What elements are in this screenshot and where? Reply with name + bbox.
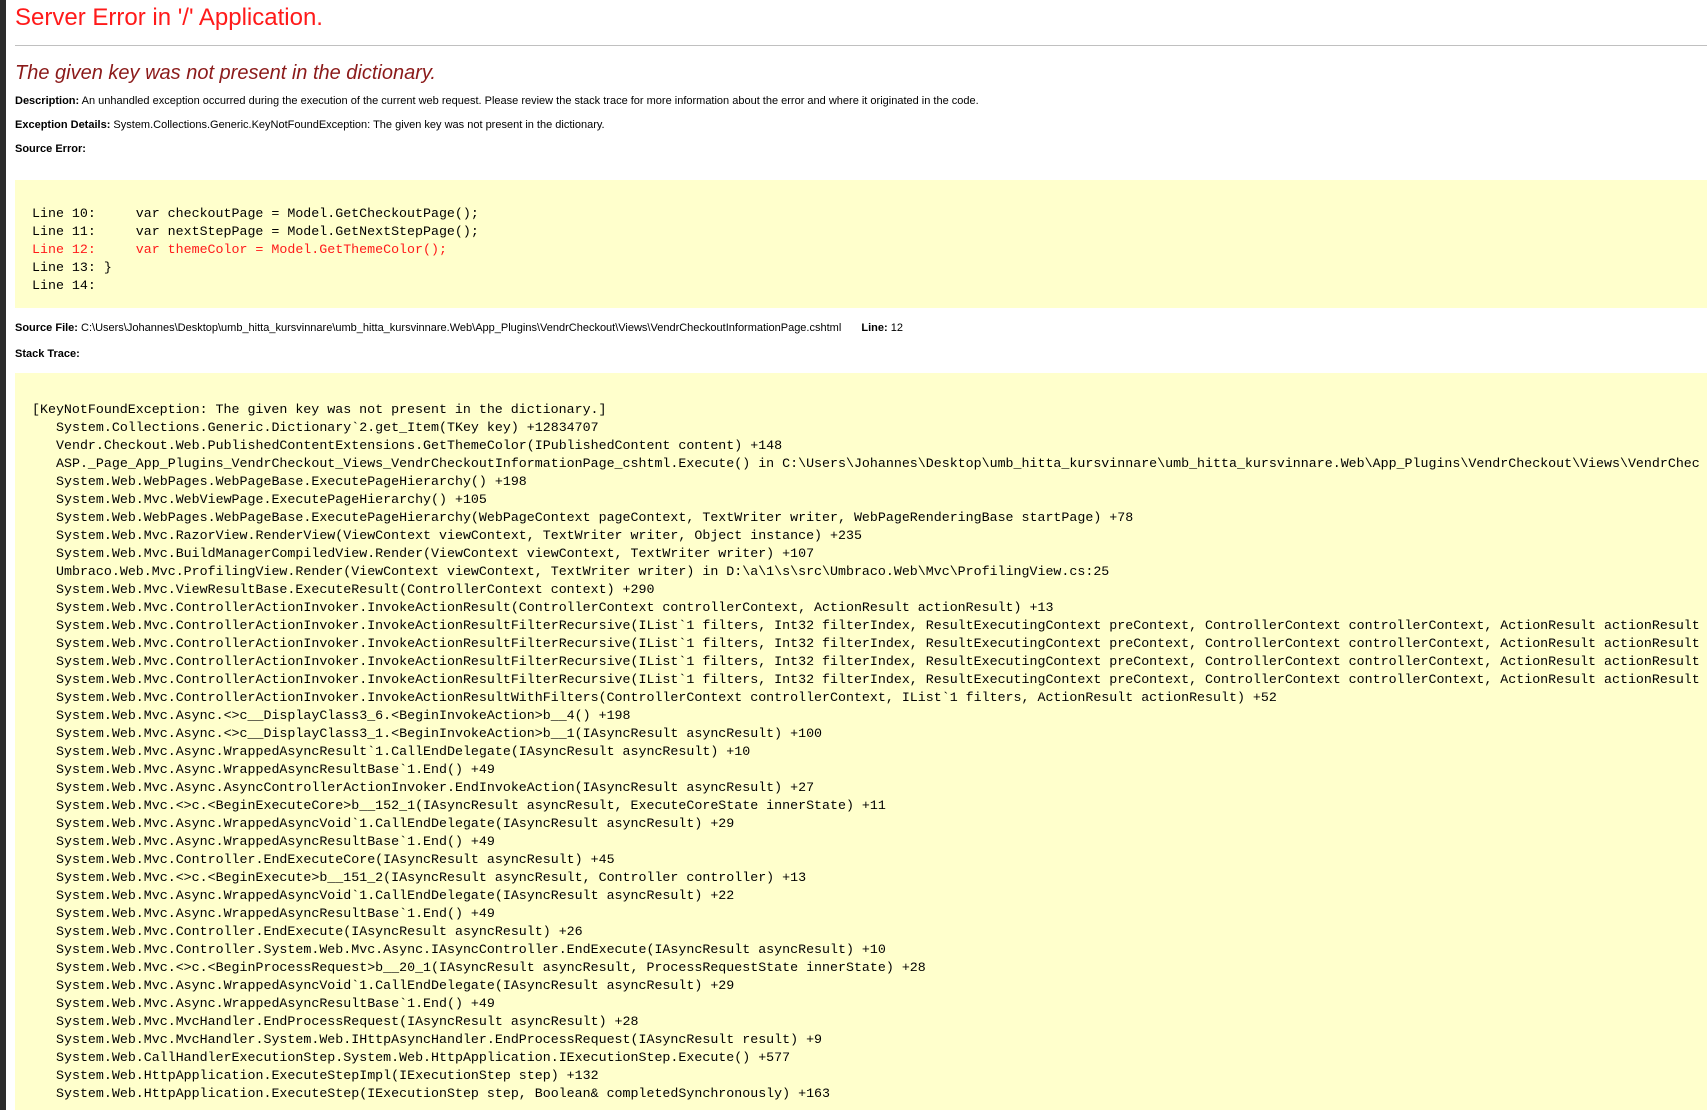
exception-details-text: System.Collections.Generic.KeyNotFoundEx… bbox=[113, 119, 605, 131]
stack-trace-frame: System.Web.Mvc.Async.WrappedAsyncResult`… bbox=[56, 744, 751, 759]
source-line-highlighted: Line 12: var themeColor = Model.GetTheme… bbox=[32, 242, 447, 257]
line-label: Line: bbox=[861, 322, 888, 334]
stack-trace-frame: System.Web.Mvc.ViewResultBase.ExecuteRes… bbox=[56, 582, 655, 597]
line-number: 12 bbox=[890, 322, 903, 334]
exception-details-row: Exception Details: System.Collections.Ge… bbox=[15, 119, 605, 131]
stack-trace-frame: System.Web.Mvc.<>c.<BeginExecute>b__151_… bbox=[56, 870, 807, 885]
stack-trace-frame: System.Web.Mvc.Async.AsyncControllerActi… bbox=[56, 780, 815, 795]
source-line: Line 14: bbox=[32, 278, 96, 293]
source-file-path: C:\Users\Johannes\Desktop\umb_hitta_kurs… bbox=[81, 322, 842, 334]
stack-trace-frame: System.Web.Mvc.Controller.EndExecuteCore… bbox=[56, 852, 615, 867]
source-file-label: Source File: bbox=[15, 322, 78, 334]
source-file-row: Source File: C:\Users\Johannes\Desktop\u… bbox=[15, 322, 903, 334]
stack-trace-frame: System.Web.Mvc.ControllerActionInvoker.I… bbox=[56, 690, 1277, 705]
stack-trace-frame: System.Web.WebPages.WebPageBase.ExecuteP… bbox=[56, 474, 527, 489]
stack-trace-frame: System.Web.Mvc.Async.<>c__DisplayClass3_… bbox=[56, 726, 823, 741]
stack-trace-frame: System.Web.Mvc.WebViewPage.ExecutePageHi… bbox=[56, 492, 487, 507]
stack-trace-frame: System.Web.Mvc.ControllerActionInvoker.I… bbox=[56, 600, 1054, 615]
stack-trace-frame: System.Web.HttpApplication.ExecuteStepIm… bbox=[56, 1068, 599, 1083]
stack-trace-frame: System.Web.Mvc.Async.WrappedAsyncResultB… bbox=[56, 762, 495, 777]
stack-trace-frame: System.Web.Mvc.RazorView.RenderView(View… bbox=[56, 528, 862, 543]
stack-trace-frame: System.Web.Mvc.ControllerActionInvoker.I… bbox=[56, 654, 1700, 669]
stack-trace-exception: [KeyNotFoundException: The given key was… bbox=[32, 402, 607, 417]
exception-details-label: Exception Details: bbox=[15, 119, 111, 131]
stack-trace-frame: System.Web.Mvc.<>c.<BeginExecuteCore>b__… bbox=[56, 798, 886, 813]
description-text: An unhandled exception occurred during t… bbox=[81, 95, 979, 107]
title-divider bbox=[15, 45, 1707, 46]
description-label: Description: bbox=[15, 95, 80, 107]
stack-trace-frame: System.Web.Mvc.Async.WrappedAsyncVoid`1.… bbox=[56, 816, 735, 831]
stack-trace-frame: System.Web.Mvc.BuildManagerCompiledView.… bbox=[56, 546, 815, 561]
stack-trace-frame: System.Web.CallHandlerExecutionStep.Syst… bbox=[56, 1050, 791, 1065]
description-row: Description: An unhandled exception occu… bbox=[15, 95, 979, 107]
stack-trace-frame: System.Web.Mvc.<>c.<BeginProcessRequest>… bbox=[56, 960, 926, 975]
stack-trace-frame: System.Web.Mvc.ControllerActionInvoker.I… bbox=[56, 618, 1700, 633]
page-title: Server Error in '/' Application. bbox=[15, 4, 323, 31]
stack-trace-frame: System.Web.Mvc.Async.WrappedAsyncVoid`1.… bbox=[56, 888, 735, 903]
source-error-row: Source Error: bbox=[15, 143, 86, 155]
stack-trace-row: Stack Trace: bbox=[15, 348, 80, 360]
stack-trace-frame: System.Web.Mvc.Async.WrappedAsyncResultB… bbox=[56, 996, 495, 1011]
stack-trace-frame: System.Collections.Generic.Dictionary`2.… bbox=[56, 420, 599, 435]
source-line: Line 10: var checkoutPage = Model.GetChe… bbox=[32, 206, 479, 221]
error-page: Server Error in '/' Application. The giv… bbox=[6, 0, 1707, 1110]
source-line: Line 11: var nextStepPage = Model.GetNex… bbox=[32, 224, 479, 239]
source-line: Line 13: } bbox=[32, 260, 112, 275]
stack-trace-frame: Umbraco.Web.Mvc.ProfilingView.Render(Vie… bbox=[56, 564, 1110, 579]
stack-trace-frame: Vendr.Checkout.Web.PublishedContentExten… bbox=[56, 438, 783, 453]
error-message-heading: The given key was not present in the dic… bbox=[15, 62, 436, 84]
source-error-code-block: Line 10: var checkoutPage = Model.GetChe… bbox=[15, 180, 1707, 308]
stack-trace-frame: System.Web.Mvc.MvcHandler.EndProcessRequ… bbox=[56, 1014, 639, 1029]
stack-trace-frame: System.Web.WebPages.WebPageBase.ExecuteP… bbox=[56, 510, 1134, 525]
stack-trace-frame: System.Web.Mvc.Async.<>c__DisplayClass3_… bbox=[56, 708, 631, 723]
stack-trace-label: Stack Trace: bbox=[15, 348, 80, 360]
stack-trace-frame: System.Web.Mvc.Controller.EndExecute(IAs… bbox=[56, 924, 583, 939]
stack-trace-frame: System.Web.Mvc.Async.WrappedAsyncResultB… bbox=[56, 906, 495, 921]
stack-trace-frame: System.Web.HttpApplication.ExecuteStep(I… bbox=[56, 1086, 831, 1101]
stack-trace-code-block: [KeyNotFoundException: The given key was… bbox=[15, 373, 1707, 1110]
stack-trace-frame: System.Web.Mvc.ControllerActionInvoker.I… bbox=[56, 636, 1700, 651]
stack-trace-frame: System.Web.Mvc.MvcHandler.System.Web.IHt… bbox=[56, 1032, 823, 1047]
stack-trace-frame: ASP._Page_App_Plugins_VendrCheckout_View… bbox=[56, 456, 1700, 471]
stack-trace-frame: System.Web.Mvc.ControllerActionInvoker.I… bbox=[56, 672, 1700, 687]
source-error-label: Source Error: bbox=[15, 143, 86, 155]
stack-trace-frame: System.Web.Mvc.Controller.System.Web.Mvc… bbox=[56, 942, 886, 957]
stack-trace-frame: System.Web.Mvc.Async.WrappedAsyncResultB… bbox=[56, 834, 495, 849]
stack-trace-frame: System.Web.Mvc.Async.WrappedAsyncVoid`1.… bbox=[56, 978, 735, 993]
